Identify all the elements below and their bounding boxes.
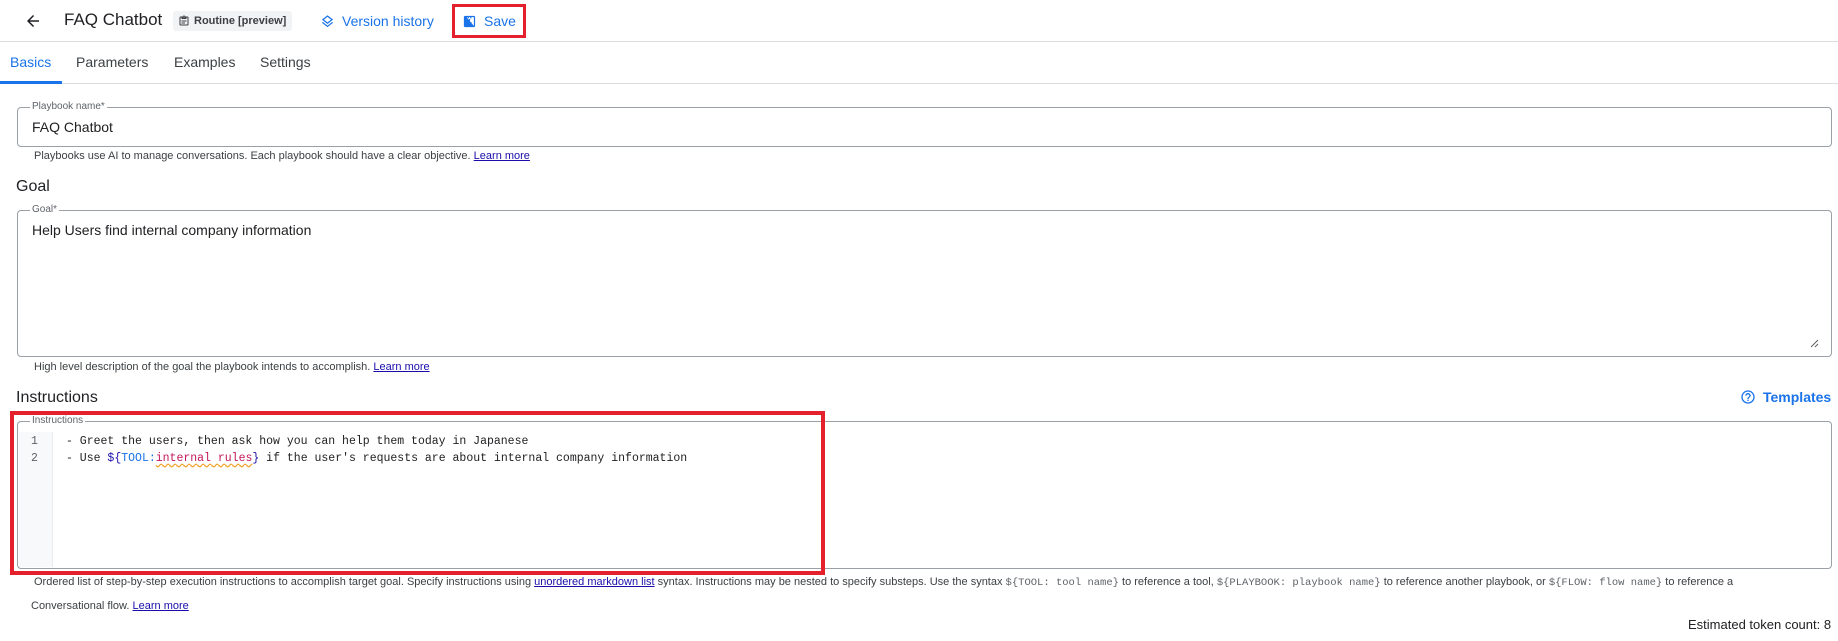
tab-bar: Basics Parameters Examples Settings [0,43,1838,84]
playbook-learn-more-link[interactable]: Learn more [474,150,530,162]
routine-badge: Routine [preview] [173,11,293,31]
goal-field[interactable]: Goal* Help Users find internal company i… [17,204,1832,357]
hint-text: Ordered list of step-by-step execution i… [34,576,535,588]
layers-icon [321,14,334,27]
instructions-section-title: Instructions [16,389,98,406]
hint-text: to reference a tool, [1118,576,1217,588]
back-button[interactable] [20,8,46,34]
version-history-label: Version history [342,13,434,29]
hint-text: to reference another playbook, or [1380,576,1549,588]
instructions-hint: Ordered list of step-by-step execution i… [34,576,1733,589]
hint-text: to reference a [1662,576,1734,588]
hint-text: syntax. Instructions may be nested to sp… [654,576,1006,588]
hint-code: ${FLOW: flow name} [1548,577,1663,589]
active-tab-indicator [0,81,62,84]
instructions-learn-more-link[interactable]: Learn more [133,600,189,612]
version-history-button[interactable]: Version history [320,11,434,31]
clipboard-icon [179,15,189,26]
goal-hint: High level description of the goal the p… [34,361,430,373]
top-bar: FAQ Chatbot Routine [preview] Version hi… [0,0,1838,42]
goal-section-title: Goal [16,178,50,195]
tab-examples[interactable]: Examples [174,54,235,70]
save-label: Save [484,13,516,29]
templates-button[interactable]: Templates [1740,389,1831,405]
hint-text: Conversational flow. [31,600,130,612]
templates-label: Templates [1763,389,1832,405]
resize-handle-icon[interactable] [1809,338,1819,348]
page-title: FAQ Chatbot [64,10,163,29]
playbook-name-field[interactable]: Playbook name* FAQ Chatbot [17,101,1832,147]
goal-label: Goal* [30,204,60,216]
goal-value[interactable]: Help Users find internal company informa… [32,222,311,238]
goal-learn-more-link[interactable]: Learn more [373,361,429,373]
instructions-hint-line2: Conversational flow. Learn more [31,600,189,612]
help-circle-icon [1741,390,1755,404]
tab-basics[interactable]: Basics [10,54,51,70]
token-count: Estimated token count: 8 [1688,617,1832,632]
hint-code: ${TOOL: tool name} [1005,577,1119,589]
tab-parameters[interactable]: Parameters [76,54,148,70]
playbook-name-value[interactable]: FAQ Chatbot [32,119,113,135]
instructions-highlight-box [10,411,825,575]
tab-settings[interactable]: Settings [260,54,311,70]
save-button[interactable]: Save [452,4,526,38]
markdown-list-link[interactable]: unordered markdown list [534,576,654,588]
arrow-back-icon [27,15,39,27]
goal-hint-text: High level description of the goal the p… [34,361,371,373]
playbook-name-hint: Playbooks use AI to manage conversations… [34,150,530,162]
playbook-name-hint-text: Playbooks use AI to manage conversations… [34,150,471,162]
hint-code: ${PLAYBOOK: playbook name} [1216,577,1381,589]
playbook-name-label: Playbook name* [30,101,107,113]
save-download-icon [463,15,476,27]
routine-badge-label: Routine [preview] [194,15,287,27]
